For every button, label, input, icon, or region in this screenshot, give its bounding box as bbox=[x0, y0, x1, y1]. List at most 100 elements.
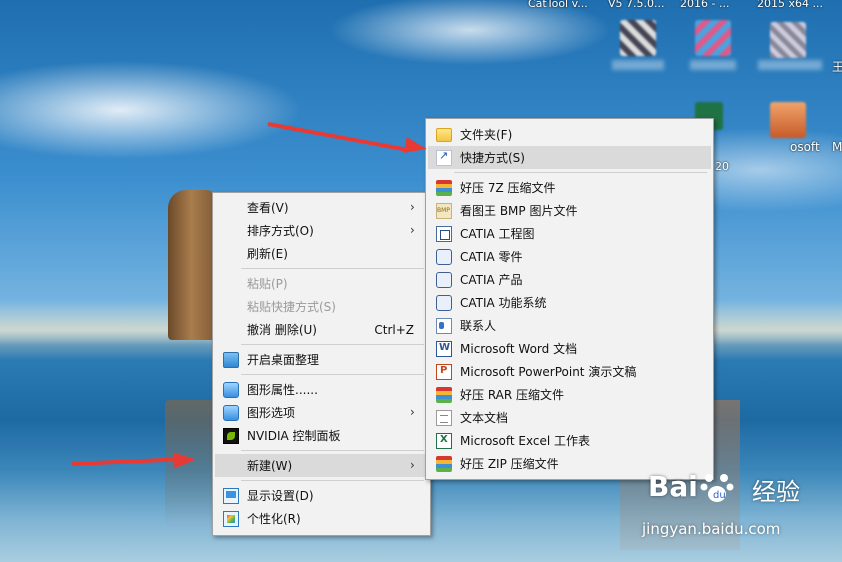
haozip-icon bbox=[436, 180, 452, 196]
baidu-jingyan-text: 经验 bbox=[752, 478, 800, 506]
watermark-url: jingyan.baidu.com bbox=[642, 520, 781, 538]
catia-drawing-icon bbox=[436, 226, 452, 242]
menu-item-label: 快捷方式(S) bbox=[460, 151, 525, 165]
new-item-rar[interactable]: 好压 RAR 压缩文件 bbox=[428, 383, 711, 406]
new-submenu: 文件夹(F) 快捷方式(S) 好压 7Z 压缩文件 看图王 BMP 图片文件 C… bbox=[425, 118, 714, 480]
menu-item-label: 开启桌面整理 bbox=[247, 353, 320, 367]
menu-item-paste-shortcut[interactable]: 粘贴快捷方式(S) bbox=[215, 295, 428, 318]
catia-system-icon bbox=[436, 295, 452, 311]
nvidia-icon bbox=[223, 428, 239, 444]
menu-item-label: 好压 7Z 压缩文件 bbox=[460, 181, 556, 195]
desktop-icon-label: 20 bbox=[715, 160, 729, 173]
excel-icon bbox=[436, 433, 452, 449]
menu-item-label: 文件夹(F) bbox=[460, 128, 513, 142]
baidu-paw-icon: du bbox=[700, 474, 734, 502]
chevron-right-icon: › bbox=[410, 458, 415, 472]
blurred-desktop-icon[interactable] bbox=[770, 102, 806, 138]
new-item-word[interactable]: Microsoft Word 文档 bbox=[428, 337, 711, 360]
blurred-desktop-icon[interactable] bbox=[620, 20, 656, 56]
menu-item-label: 联系人 bbox=[460, 319, 497, 333]
menu-item-paste[interactable]: 粘贴(P) bbox=[215, 272, 428, 295]
desktop-icon-label: V5 7.5.0... bbox=[608, 0, 665, 10]
contact-icon bbox=[436, 318, 452, 334]
new-item-catia-system[interactable]: CATIA 功能系统 bbox=[428, 291, 711, 314]
menu-item-label: 看图王 BMP 图片文件 bbox=[460, 204, 578, 218]
menu-item-graphics-options[interactable]: 图形选项 › bbox=[215, 401, 428, 424]
desktop-icon-label: CatTool v... bbox=[528, 0, 588, 10]
menu-item-view[interactable]: 查看(V) › bbox=[215, 196, 428, 219]
bmp-icon bbox=[436, 203, 452, 219]
blurred-desktop-icon[interactable] bbox=[770, 22, 806, 58]
blurred-label bbox=[690, 60, 736, 70]
menu-item-label: 好压 ZIP 压缩文件 bbox=[460, 457, 559, 471]
desktop-context-menu: 查看(V) › 排序方式(O) › 刷新(E) 粘贴(P) 粘贴快捷方式(S) … bbox=[212, 192, 431, 536]
menu-separator bbox=[241, 344, 424, 345]
desktop-icon-label: M bbox=[832, 140, 842, 154]
menu-separator bbox=[241, 374, 424, 375]
menu-item-display-settings[interactable]: 显示设置(D) bbox=[215, 484, 428, 507]
blurred-label bbox=[758, 60, 822, 70]
menu-item-label: 粘贴(P) bbox=[247, 277, 288, 291]
new-item-shortcut[interactable]: 快捷方式(S) bbox=[428, 146, 711, 169]
chevron-right-icon: › bbox=[410, 223, 415, 237]
new-item-contact[interactable]: 联系人 bbox=[428, 314, 711, 337]
menu-separator bbox=[241, 480, 424, 481]
menu-separator bbox=[241, 450, 424, 451]
new-item-powerpoint[interactable]: Microsoft PowerPoint 演示文稿 bbox=[428, 360, 711, 383]
new-item-catia-product[interactable]: CATIA 产品 bbox=[428, 268, 711, 291]
menu-separator bbox=[454, 172, 707, 173]
graphics-icon bbox=[223, 405, 239, 421]
menu-item-refresh[interactable]: 刷新(E) bbox=[215, 242, 428, 265]
menu-item-label: 图形属性...... bbox=[247, 383, 318, 397]
baidu-watermark: Bai du 经验 jingyan.baidu.com bbox=[640, 470, 840, 550]
folder-icon bbox=[436, 128, 452, 142]
menu-item-label: CATIA 功能系统 bbox=[460, 296, 547, 310]
shortcut-icon bbox=[436, 149, 452, 166]
personalize-icon bbox=[223, 511, 239, 527]
menu-item-label: NVIDIA 控制面板 bbox=[247, 429, 341, 443]
menu-item-label: Microsoft Word 文档 bbox=[460, 342, 578, 356]
desktop-icon-label: osoft bbox=[790, 140, 820, 154]
menu-item-label: 好压 RAR 压缩文件 bbox=[460, 388, 565, 402]
menu-item-nvidia[interactable]: NVIDIA 控制面板 bbox=[215, 424, 428, 447]
svg-text:du: du bbox=[713, 490, 726, 501]
menu-item-graphics-properties[interactable]: 图形属性...... bbox=[215, 378, 428, 401]
new-item-7z[interactable]: 好压 7Z 压缩文件 bbox=[428, 176, 711, 199]
new-item-text[interactable]: 文本文档 bbox=[428, 406, 711, 429]
haozip-icon bbox=[436, 456, 452, 472]
display-icon bbox=[223, 488, 239, 504]
desktop-icon-label: 2015 x64 ... bbox=[757, 0, 823, 10]
menu-item-label: CATIA 产品 bbox=[460, 273, 523, 287]
menu-item-label: 个性化(R) bbox=[247, 512, 301, 526]
menu-item-personalize[interactable]: 个性化(R) bbox=[215, 507, 428, 530]
chevron-right-icon: › bbox=[410, 405, 415, 419]
menu-item-label: 查看(V) bbox=[247, 201, 289, 215]
desktop-icon-label: 王 bbox=[832, 60, 842, 74]
new-item-catia-drawing[interactable]: CATIA 工程图 bbox=[428, 222, 711, 245]
menu-item-label: 撤消 删除(U) bbox=[247, 323, 317, 337]
menu-item-label: Microsoft Excel 工作表 bbox=[460, 434, 591, 448]
blurred-desktop-icon[interactable] bbox=[695, 20, 731, 56]
blurred-label bbox=[612, 60, 664, 70]
desktop-organize-icon bbox=[223, 352, 239, 368]
menu-item-label: 粘贴快捷方式(S) bbox=[247, 300, 336, 314]
chevron-right-icon: › bbox=[410, 200, 415, 214]
catia-product-icon bbox=[436, 272, 452, 288]
new-item-bmp[interactable]: 看图王 BMP 图片文件 bbox=[428, 199, 711, 222]
new-item-folder[interactable]: 文件夹(F) bbox=[428, 123, 711, 146]
menu-item-desktop-organize[interactable]: 开启桌面整理 bbox=[215, 348, 428, 371]
annotation-arrowhead bbox=[173, 451, 197, 469]
new-item-excel[interactable]: Microsoft Excel 工作表 bbox=[428, 429, 711, 452]
baidu-logo-text: Bai bbox=[648, 470, 698, 503]
text-file-icon bbox=[436, 410, 452, 426]
new-item-catia-part[interactable]: CATIA 零件 bbox=[428, 245, 711, 268]
graphics-icon bbox=[223, 382, 239, 398]
menu-item-new[interactable]: 新建(W) › bbox=[215, 454, 428, 477]
shortcut-label: Ctrl+Z bbox=[374, 322, 414, 337]
menu-item-label: 刷新(E) bbox=[247, 247, 288, 261]
catia-part-icon bbox=[436, 249, 452, 265]
menu-item-sort[interactable]: 排序方式(O) › bbox=[215, 219, 428, 242]
menu-item-undo-delete[interactable]: 撤消 删除(U) Ctrl+Z bbox=[215, 318, 428, 341]
menu-item-label: CATIA 工程图 bbox=[460, 227, 535, 241]
desktop-icon-label: 2016 - ... bbox=[680, 0, 730, 10]
